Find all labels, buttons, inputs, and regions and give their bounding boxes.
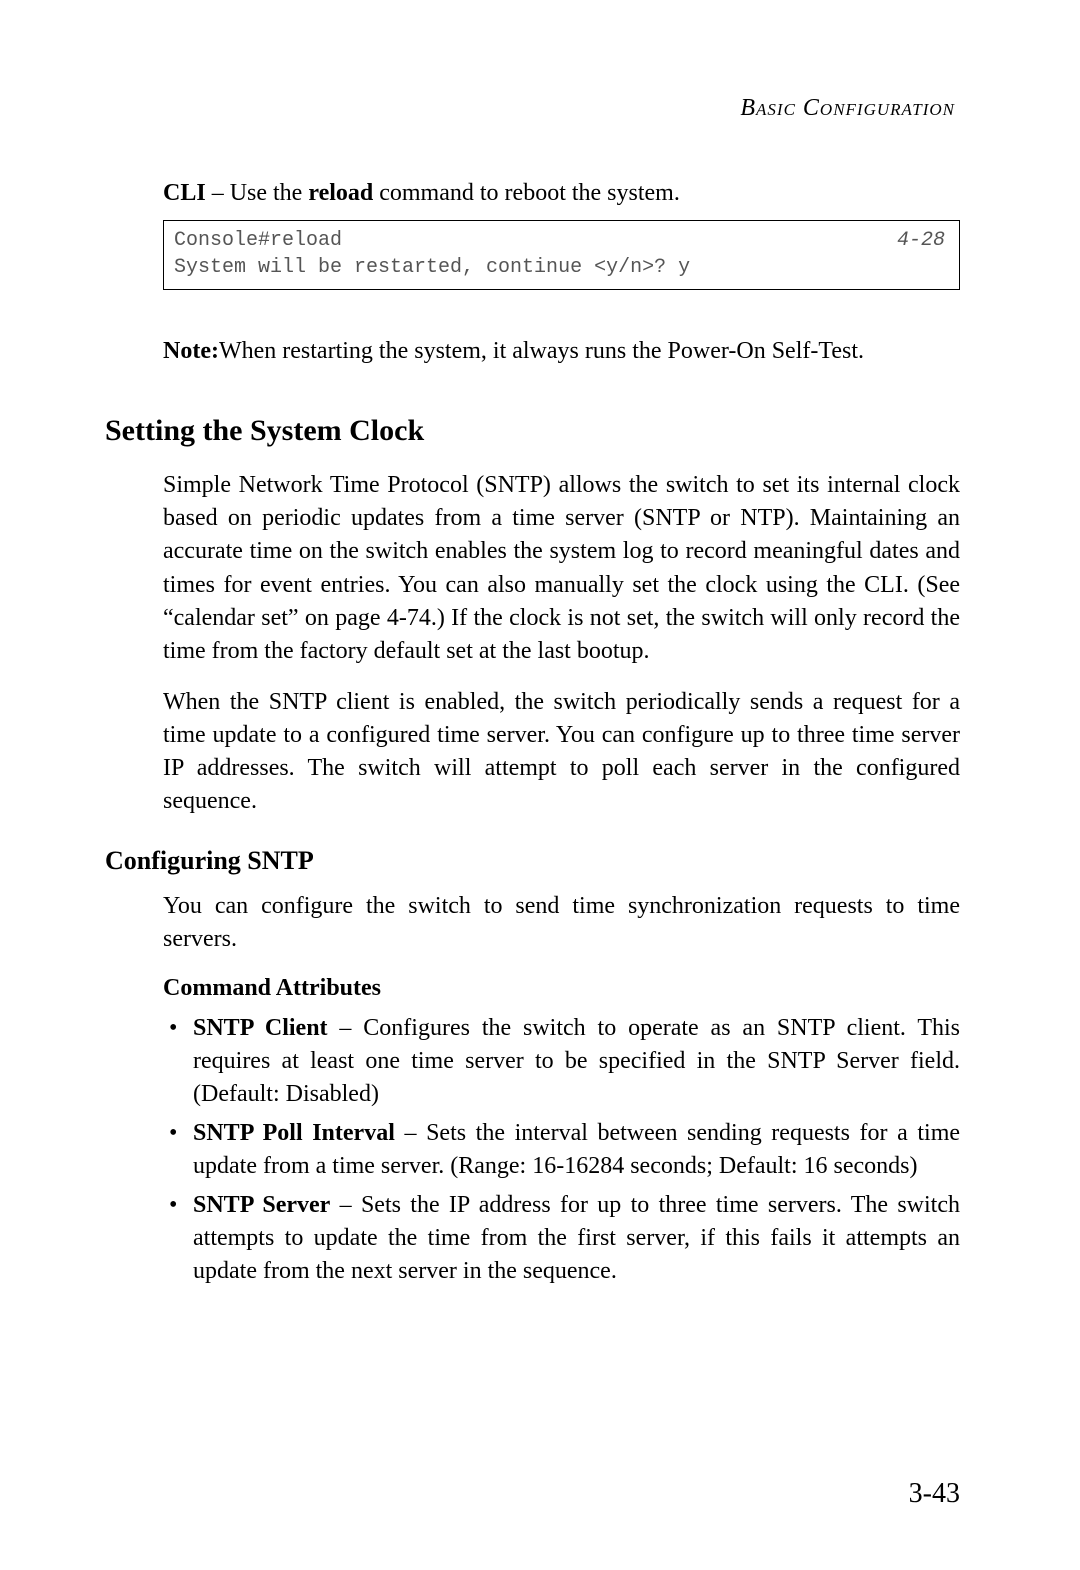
code-page-ref: 4-28 — [897, 227, 945, 254]
running-head: Basic Configuration — [105, 95, 960, 122]
subsection-body: You can configure the switch to send tim… — [163, 890, 960, 1288]
attr-sep: – — [395, 1120, 426, 1146]
cli-command: reload — [308, 180, 373, 206]
note-label: Note: — [163, 338, 219, 364]
cli-sep: – Use the — [206, 180, 309, 206]
command-attributes-title: Command Attributes — [163, 975, 960, 1002]
section-p1: Simple Network Time Protocol (SNTP) allo… — [163, 469, 960, 668]
page: Basic Configuration CLI – Use the reload… — [0, 0, 1080, 1570]
section-body: Simple Network Time Protocol (SNTP) allo… — [163, 469, 960, 818]
attr-sep: – — [330, 1192, 361, 1218]
page-number: 3-43 — [909, 1478, 960, 1510]
code-line-2: System will be restarted, continue <y/n>… — [174, 256, 690, 279]
attr-name: SNTP Server — [193, 1192, 330, 1218]
command-attributes-list: SNTP Client – Configures the switch to o… — [163, 1012, 960, 1289]
attr-sep: – — [328, 1015, 364, 1041]
cli-rest: command to reboot the system. — [373, 180, 680, 206]
cli-intro-line: CLI – Use the reload command to reboot t… — [163, 177, 960, 210]
list-item: SNTP Client – Configures the switch to o… — [163, 1012, 960, 1111]
attr-name: SNTP Client — [193, 1015, 328, 1041]
list-item: SNTP Server – Sets the IP address for up… — [163, 1189, 960, 1288]
section-p2: When the SNTP client is enabled, the swi… — [163, 686, 960, 818]
attr-name: SNTP Poll Interval — [193, 1120, 395, 1146]
cli-intro: CLI – Use the reload command to reboot t… — [163, 177, 960, 368]
code-block: 4-28 Console#reload System will be restar… — [163, 220, 960, 290]
note-text: When restarting the system, it always ru… — [219, 338, 864, 364]
code-line-1: Console#reload — [174, 229, 342, 252]
subsection-title: Configuring SNTP — [105, 846, 960, 876]
section-title: Setting the System Clock — [105, 413, 960, 449]
list-item: SNTP Poll Interval – Sets the interval b… — [163, 1117, 960, 1183]
note: Note:When restarting the system, it alwa… — [163, 335, 960, 368]
subsection-p1: You can configure the switch to send tim… — [163, 890, 960, 956]
cli-label: CLI — [163, 180, 206, 206]
